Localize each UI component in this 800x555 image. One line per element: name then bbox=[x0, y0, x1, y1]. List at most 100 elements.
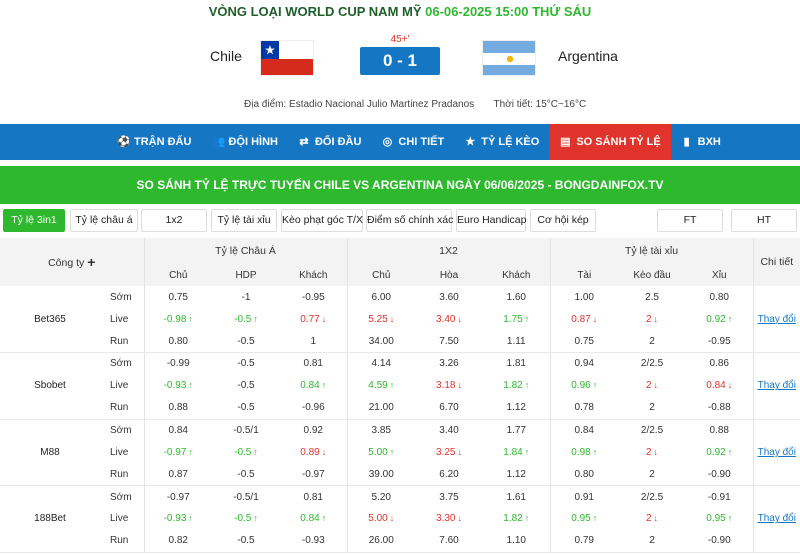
away-team-name[interactable]: Argentina bbox=[558, 48, 618, 64]
change-history-link[interactable]: Thay đổi bbox=[758, 447, 796, 458]
phase-label: Live bbox=[100, 374, 145, 397]
odds-value: 0.92 bbox=[706, 446, 726, 458]
odds-value: 0.81 bbox=[303, 491, 323, 503]
odds-value: -0.5 bbox=[237, 535, 255, 547]
nav-item-2[interactable]: ⇄ ĐỐI ĐẦU bbox=[288, 124, 371, 160]
odds-value: 2 bbox=[649, 402, 655, 414]
arrow-up-icon: ↑ bbox=[727, 313, 733, 324]
bookmaker-name[interactable]: Sbobet bbox=[0, 352, 100, 420]
nav-item-label: SO SÁNH TỶ LỆ bbox=[576, 136, 661, 148]
nav-item-label: TỶ LỆ KÈO bbox=[481, 136, 540, 148]
filter-button-0[interactable]: Tỷ lệ 3in1 bbox=[3, 209, 65, 232]
odds-cell: 1.81 bbox=[483, 352, 551, 375]
odds-value: 0.82 bbox=[168, 535, 188, 547]
odds-value: 0.92 bbox=[303, 424, 323, 436]
odds-cell: 34.00 bbox=[347, 330, 416, 354]
home-team-name[interactable]: Chile bbox=[210, 48, 242, 64]
filter-button-2[interactable]: 1x2 bbox=[141, 209, 207, 232]
odds-cell: 0.84 ↑ bbox=[280, 374, 348, 397]
odds-value: 4.14 bbox=[371, 358, 391, 370]
arrow-down-icon: ↓ bbox=[457, 313, 463, 324]
nav-item-6[interactable]: ▮ BXH bbox=[671, 124, 731, 160]
filter-button-4[interactable]: Kèo phạt góc T/X bbox=[281, 209, 363, 232]
arrow-down-icon: ↓ bbox=[389, 313, 395, 324]
table-row: Sbobet Sớm -0.99 -0.5 0.81 4.14 3.26 1.81 0.94 2/… bbox=[0, 352, 800, 420]
change-history-link[interactable]: Thay đổi bbox=[758, 513, 796, 524]
odds-cell: 39.00 bbox=[347, 463, 416, 487]
odds-value: 0.79 bbox=[574, 535, 594, 547]
nav-item-3[interactable]: ◎ CHI TIẾT bbox=[371, 124, 454, 160]
filter-button-5[interactable]: Điểm số chính xác bbox=[366, 209, 453, 232]
filter-button-6[interactable]: Euro Handicap bbox=[456, 209, 526, 232]
odds-value: -0.99 bbox=[166, 358, 190, 370]
detail-cell bbox=[753, 353, 800, 375]
nav-item-1[interactable]: 👥 ĐỘI HÌNH bbox=[201, 124, 288, 160]
odds-cell: -0.90 bbox=[686, 530, 754, 553]
odds-value: 0.84 bbox=[574, 424, 594, 436]
odds-cell: 0.95 ↑ bbox=[686, 507, 754, 531]
table-row: Live -0.97 ↑ -0.5 ↑ 0.89 ↓ 5.00 ↑ 3.25 ↓ 1.84 ↑ 0.98 ↑… bbox=[0, 441, 800, 464]
arrow-down-icon: ↓ bbox=[727, 380, 733, 391]
odds-value: 0.96 bbox=[571, 380, 591, 392]
bookmaker-name[interactable]: 188Bet bbox=[0, 485, 100, 553]
filter-button-9[interactable]: HT bbox=[731, 209, 797, 232]
filter-button-1[interactable]: Tỷ lệ châu á bbox=[70, 209, 138, 232]
sub-header: Chủ bbox=[347, 264, 416, 286]
filter-button-7[interactable]: Cơ hội kép bbox=[530, 209, 596, 232]
odds-cell: 3.30 ↓ bbox=[415, 508, 483, 530]
arrow-up-icon: ↑ bbox=[188, 313, 193, 324]
odds-value: -0.93 bbox=[163, 513, 187, 525]
odds-cell: 7.60 bbox=[415, 530, 484, 553]
arrow-up-icon: ↑ bbox=[253, 313, 258, 324]
change-history-link[interactable]: Thay đổi bbox=[758, 314, 796, 325]
bookmaker-name[interactable]: M88 bbox=[0, 419, 100, 487]
detail-cell bbox=[753, 463, 800, 487]
odds-cell: -0.93 ↑ bbox=[144, 508, 212, 530]
odds-value: 1.82 bbox=[503, 513, 523, 525]
odds-value: 4.59 bbox=[368, 380, 388, 392]
odds-value: 5.25 bbox=[368, 313, 388, 325]
versus-icon: ⇄ bbox=[299, 136, 309, 148]
details-icon: ◎ bbox=[382, 136, 393, 148]
odds-cell: 2 ↓ bbox=[618, 375, 686, 397]
venue-label: Địa điểm: bbox=[244, 99, 287, 110]
odds-value: -0.88 bbox=[707, 402, 731, 414]
odds-cell: -0.5/1 bbox=[212, 486, 280, 508]
arrow-up-icon: ↑ bbox=[321, 513, 327, 524]
odds-value: 5.20 bbox=[371, 491, 391, 503]
odds-cell: 1.77 bbox=[483, 419, 551, 442]
add-company-icon[interactable]: + bbox=[87, 254, 95, 270]
odds-cell: 0.77 ↓ bbox=[280, 308, 348, 331]
team-icon: 👥 bbox=[211, 136, 226, 148]
odds-value: 2 bbox=[649, 535, 655, 547]
nav-item-0[interactable]: ⚽ TRẬN ĐẤU bbox=[107, 124, 201, 160]
odds-cell: 3.40 ↓ bbox=[415, 308, 483, 330]
odds-value: 0.98 bbox=[571, 446, 591, 458]
odds-cell: -0.88 bbox=[686, 396, 754, 420]
arrow-down-icon: ↓ bbox=[653, 313, 659, 324]
bookmaker-name[interactable]: Bet365 bbox=[0, 286, 100, 354]
nav-item-4[interactable]: ★ TỶ LỆ KÈO bbox=[454, 124, 549, 160]
nav-item-label: ĐỐI ĐẦU bbox=[314, 136, 362, 148]
change-history-link[interactable]: Thay đổi bbox=[758, 380, 796, 391]
arrow-up-icon: ↑ bbox=[524, 446, 530, 457]
odds-value: 1.61 bbox=[506, 491, 526, 503]
detail-cell bbox=[753, 530, 800, 553]
odds-cell: 1.84 ↑ bbox=[483, 441, 551, 464]
odds-cell: 0.88 bbox=[144, 396, 212, 420]
nav-item-5[interactable]: ▤ SO SÁNH TỶ LỆ bbox=[549, 124, 671, 160]
odds-cell: 5.00 ↓ bbox=[347, 508, 415, 530]
filter-button-3[interactable]: Tỷ lệ tài xỉu bbox=[211, 209, 277, 232]
table-row: Bet365 Sớm 0.75 -1 -0.95 6.00 3.60 1.60 1.00 2.5 0… bbox=[0, 286, 800, 354]
odds-value: 2.5 bbox=[645, 291, 659, 303]
odds-value: -0.90 bbox=[707, 535, 731, 547]
phase-label: Run bbox=[100, 530, 145, 553]
odds-cell: 4.59 ↑ bbox=[347, 375, 415, 397]
odds-cell: 1.10 bbox=[483, 530, 551, 553]
phase-label: Run bbox=[100, 396, 145, 420]
odds-value: 0.84 bbox=[300, 380, 320, 392]
odds-cell: -0.91 bbox=[686, 485, 754, 508]
odds-cell: 0.84 bbox=[144, 419, 212, 441]
filter-button-8[interactable]: FT bbox=[657, 209, 723, 232]
odds-cell: -0.97 ↑ bbox=[144, 441, 212, 463]
